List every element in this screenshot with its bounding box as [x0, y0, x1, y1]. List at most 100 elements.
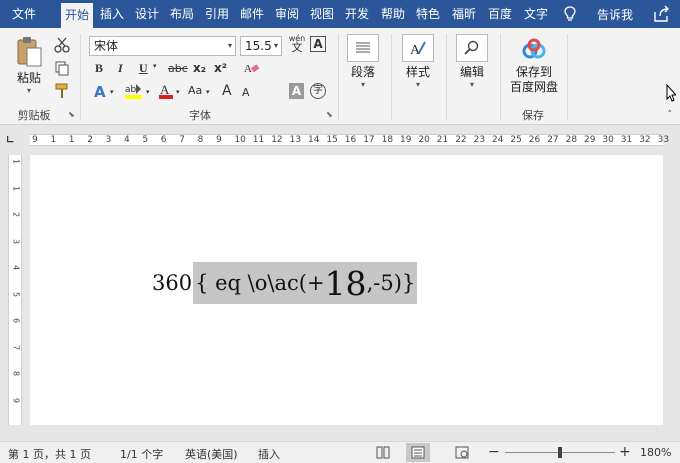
ruler-number: 19 — [400, 135, 412, 145]
status-word-count[interactable]: 1/1 个字 — [120, 446, 163, 462]
field-open: { eq \o\ac( — [195, 271, 307, 295]
tab-home[interactable]: 开始 — [61, 3, 93, 28]
tab-developer[interactable]: 开发 — [342, 0, 372, 28]
phonetic-guide-button[interactable]: wén 文 — [288, 34, 306, 54]
separator — [338, 34, 339, 120]
copy-icon[interactable] — [54, 60, 70, 76]
ruler-number: 4 — [11, 264, 21, 271]
clipboard-launcher-icon[interactable]: ⬊ — [68, 110, 75, 119]
char-shading-button[interactable]: A — [289, 83, 304, 99]
paste-button[interactable]: 粘贴 ▾ — [14, 36, 44, 95]
ribbon-tab-bar: 文件 开始 插入 设计 布局 引用 邮件 审阅 视图 开发 帮助 特色 福昕 百… — [0, 0, 680, 28]
zoom-level[interactable]: 180% — [640, 446, 671, 459]
shrink-font-button[interactable]: A — [242, 86, 250, 99]
zoom-in-button[interactable]: + — [619, 444, 631, 460]
ruler-number: 6 — [11, 317, 21, 324]
svg-text:ab: ab — [125, 85, 137, 95]
status-bar: 第 1 页，共 1 页 1/1 个字 英语(美国) 插入 − + 180% — [0, 441, 680, 463]
editing-button[interactable]: 编辑 ▾ — [456, 34, 488, 89]
status-language[interactable]: 英语(美国) — [185, 446, 238, 462]
styles-button[interactable]: A 样式 ▾ — [402, 34, 434, 89]
paste-label: 粘贴 — [16, 71, 41, 85]
highlight-icon[interactable]: ab — [124, 82, 144, 100]
tab-layout[interactable]: 布局 — [167, 0, 197, 28]
change-case-dropdown-icon[interactable]: ▾ — [206, 88, 210, 96]
tab-file[interactable]: 文件 — [8, 0, 40, 28]
collapse-ribbon-icon[interactable]: ˄ — [668, 110, 673, 120]
tab-design[interactable]: 设计 — [133, 0, 161, 28]
font-group-label: 字体 — [189, 109, 211, 122]
italic-button[interactable]: I — [118, 61, 123, 76]
tab-insert[interactable]: 插入 — [97, 0, 127, 28]
font-name-select[interactable]: 宋体 ▾ — [89, 36, 236, 56]
superscript-button[interactable]: x² — [214, 61, 227, 75]
status-insert-mode[interactable]: 插入 — [258, 446, 280, 462]
tab-baidu[interactable]: 百度 — [485, 0, 515, 28]
ruler-number: 18 — [381, 135, 394, 145]
print-layout-button[interactable] — [406, 443, 430, 462]
bold-button[interactable]: B — [95, 61, 103, 76]
paragraph-button[interactable]: 段落 ▾ — [347, 34, 379, 89]
tab-selector-icon[interactable]: ∟ — [6, 135, 18, 147]
web-layout-icon[interactable] — [455, 446, 469, 459]
font-color-icon[interactable]: A — [158, 82, 174, 100]
change-case-button[interactable]: Aa — [188, 84, 202, 97]
ruler-number: 26 — [528, 135, 541, 145]
save-to-baidu-button[interactable]: 保存到 百度网盘 — [506, 38, 562, 95]
status-page-count[interactable]: 第 1 页，共 1 页 — [8, 446, 91, 462]
ruler-number: 9 — [11, 397, 21, 403]
read-mode-icon[interactable] — [376, 446, 390, 459]
grow-font-button[interactable]: A — [222, 83, 232, 99]
eq-field-code[interactable]: { eq \o\ac(+18 ,-5)} — [193, 262, 418, 304]
tab-view[interactable]: 视图 — [307, 0, 337, 28]
tab-help[interactable]: 帮助 — [378, 0, 408, 28]
chevron-down-icon: ▾ — [360, 80, 365, 89]
styles-icon: A — [402, 34, 434, 62]
underline-button[interactable]: U — [139, 61, 148, 76]
ruler-number: 6 — [160, 135, 167, 145]
tab-special[interactable]: 特色 — [413, 0, 443, 28]
chevron-down-icon: ▾ — [227, 41, 232, 50]
clipboard-group-label: 剪贴板 — [17, 109, 51, 122]
char-border-button[interactable]: A — [310, 36, 326, 52]
text-effects-dropdown-icon[interactable]: ▾ — [110, 88, 114, 96]
ruler-number: 15 — [326, 135, 338, 145]
subscript-button[interactable]: x₂ — [193, 61, 206, 75]
phonetic-char: 文 — [291, 41, 303, 54]
zoom-out-button[interactable]: − — [488, 444, 500, 460]
ruler-number: 29 — [584, 135, 596, 145]
document-page[interactable]: 360 { eq \o\ac(+18 ,-5)} — [30, 155, 663, 425]
ruler-number: 8 — [197, 135, 204, 145]
tab-references[interactable]: 引用 — [202, 0, 232, 28]
tab-text[interactable]: 文字 — [521, 0, 551, 28]
share-icon[interactable] — [652, 4, 672, 24]
font-size-select[interactable]: 15.5 ▾ — [240, 36, 282, 56]
tell-me-box[interactable]: 告诉我 — [563, 0, 633, 28]
text-effects-button[interactable]: A — [94, 83, 106, 101]
highlight-dropdown-icon[interactable]: ▾ — [146, 88, 150, 96]
separator — [567, 34, 568, 120]
editing-label: 编辑 — [459, 65, 484, 79]
doc-prefix: 360 — [152, 271, 193, 295]
document-text-line[interactable]: 360 { eq \o\ac(+18 ,-5)} — [152, 262, 418, 304]
ruler-number: 28 — [565, 135, 578, 145]
font-launcher-icon[interactable]: ⬊ — [326, 110, 333, 119]
enclose-chars-button[interactable]: 字 — [310, 83, 326, 99]
ruler-number: 1 — [11, 185, 21, 191]
tab-mailings[interactable]: 邮件 — [237, 0, 267, 28]
clear-formatting-icon[interactable]: A — [244, 61, 260, 75]
font-color-dropdown-icon[interactable]: ▾ — [176, 88, 180, 96]
ruler-number: 11 — [252, 135, 265, 145]
save-label-line2: 百度网盘 — [509, 80, 558, 94]
zoom-slider-thumb[interactable] — [558, 447, 562, 458]
underline-dropdown-icon[interactable]: ▾ — [153, 62, 157, 70]
format-painter-icon[interactable] — [54, 83, 70, 99]
tab-foxit[interactable]: 福昕 — [449, 0, 479, 28]
ruler-number: 3 — [11, 238, 21, 244]
cut-icon[interactable] — [54, 37, 70, 53]
tab-review[interactable]: 审阅 — [272, 0, 302, 28]
ruler-number: 20 — [418, 135, 430, 145]
strikethrough-button[interactable]: abc — [168, 62, 188, 75]
ruler-number: 24 — [492, 135, 504, 145]
field-eighteen: 18 — [324, 263, 367, 303]
